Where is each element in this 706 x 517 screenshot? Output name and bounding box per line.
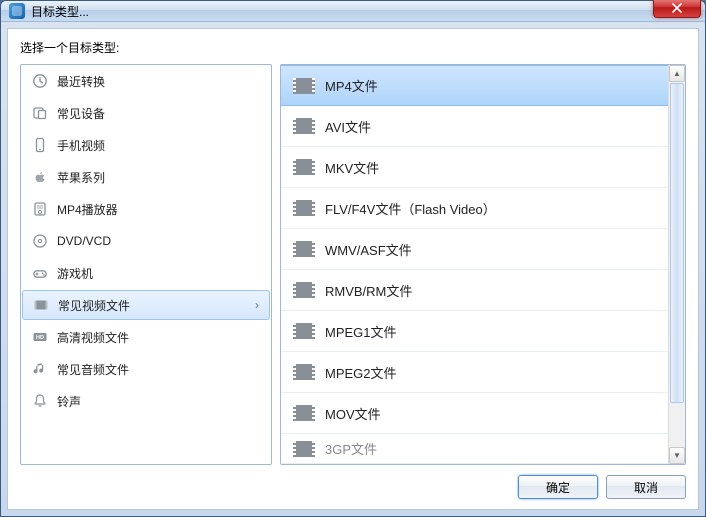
category-label: 游戏机: [57, 265, 93, 282]
format-item-wmv[interactable]: WMV/ASF文件: [281, 229, 685, 270]
video-icon: [32, 296, 50, 314]
category-mobile[interactable]: 手机视频: [21, 129, 271, 161]
category-recent[interactable]: 最近转换: [21, 65, 271, 97]
film-icon: [293, 323, 315, 339]
category-apple[interactable]: 苹果系列: [21, 161, 271, 193]
format-item-mpeg2[interactable]: MPEG2文件: [281, 352, 685, 393]
scroll-thumb[interactable]: [670, 83, 684, 403]
category-common-video[interactable]: 常见视频文件 ›: [22, 290, 270, 320]
format-list: MP4文件 AVI文件 MKV文件 FLV/F4V文件（Flash Video）: [281, 65, 685, 464]
format-label: MP4文件: [325, 76, 378, 95]
svg-text:HD: HD: [36, 335, 44, 341]
category-mp4player[interactable]: MP4播放器: [21, 193, 271, 225]
client-area: 选择一个目标类型: 最近转换 常见设备 手机视频 苹果系列: [7, 28, 699, 510]
format-item-rmvb[interactable]: RMVB/RM文件: [281, 270, 685, 311]
apple-icon: [31, 168, 49, 186]
category-label: 常见设备: [57, 105, 105, 122]
title-bar[interactable]: 目标类型...: [1, 1, 705, 22]
hd-icon: HD: [31, 328, 49, 346]
scrollbar[interactable]: ▲ ▼: [668, 65, 685, 464]
category-hd-video[interactable]: HD 高清视频文件: [21, 321, 271, 353]
film-icon: [293, 159, 315, 175]
phone-icon: [31, 136, 49, 154]
film-icon: [293, 364, 315, 380]
ok-button[interactable]: 确定: [518, 475, 598, 499]
category-label: MP4播放器: [57, 201, 118, 218]
bell-icon: [31, 392, 49, 410]
clock-icon: [31, 72, 49, 90]
dialog-window: 目标类型... 选择一个目标类型: 最近转换 常见设备 手机视频: [0, 0, 706, 517]
format-label: AVI文件: [325, 117, 371, 136]
chevron-right-icon: ›: [255, 298, 259, 312]
format-item-flv[interactable]: FLV/F4V文件（Flash Video）: [281, 188, 685, 229]
scroll-up-button[interactable]: ▲: [669, 65, 685, 82]
app-icon: [9, 3, 25, 19]
format-item-mkv[interactable]: MKV文件: [281, 147, 685, 188]
player-icon: [31, 200, 49, 218]
format-item-avi[interactable]: AVI文件: [281, 106, 685, 147]
category-label: 手机视频: [57, 137, 105, 154]
category-label: DVD/VCD: [57, 234, 111, 248]
cancel-label: 取消: [634, 479, 658, 496]
format-label: WMV/ASF文件: [325, 240, 412, 259]
format-label: FLV/F4V文件（Flash Video）: [325, 199, 496, 218]
category-ringtone[interactable]: 铃声: [21, 385, 271, 417]
cancel-button[interactable]: 取消: [606, 475, 686, 499]
format-label: MPEG2文件: [325, 363, 397, 382]
format-item-mpeg1[interactable]: MPEG1文件: [281, 311, 685, 352]
film-icon: [293, 241, 315, 257]
category-label: 苹果系列: [57, 169, 105, 186]
category-panel: 最近转换 常见设备 手机视频 苹果系列 MP4播放器: [20, 64, 272, 465]
category-audio[interactable]: 常见音频文件: [21, 353, 271, 385]
ok-label: 确定: [546, 479, 570, 496]
format-item-3gp[interactable]: 3GP文件: [281, 434, 685, 464]
film-icon: [293, 405, 315, 421]
category-label: 最近转换: [57, 73, 105, 90]
button-bar: 确定 取消: [20, 475, 686, 499]
film-icon: [293, 118, 315, 134]
device-icon: [31, 104, 49, 122]
category-devices[interactable]: 常见设备: [21, 97, 271, 129]
format-item-mp4[interactable]: MP4文件: [281, 65, 685, 106]
format-panel: MP4文件 AVI文件 MKV文件 FLV/F4V文件（Flash Video）: [280, 64, 686, 465]
disc-icon: [31, 232, 49, 250]
category-label: 高清视频文件: [57, 329, 129, 346]
category-label: 常见视频文件: [58, 297, 130, 314]
format-item-mov[interactable]: MOV文件: [281, 393, 685, 434]
scroll-down-button[interactable]: ▼: [669, 447, 685, 464]
category-dvd[interactable]: DVD/VCD: [21, 225, 271, 257]
close-icon: [672, 3, 682, 13]
gamepad-icon: [31, 264, 49, 282]
close-button[interactable]: [653, 0, 701, 18]
columns: 最近转换 常见设备 手机视频 苹果系列 MP4播放器: [20, 64, 686, 465]
format-label: MKV文件: [325, 158, 379, 177]
film-icon: [293, 282, 315, 298]
format-label: RMVB/RM文件: [325, 281, 412, 300]
format-label: MOV文件: [325, 404, 381, 423]
format-label: MPEG1文件: [325, 322, 397, 341]
film-icon: [293, 441, 315, 457]
film-icon: [293, 200, 315, 216]
category-game[interactable]: 游戏机: [21, 257, 271, 289]
category-label: 铃声: [57, 393, 81, 410]
prompt-label: 选择一个目标类型:: [20, 39, 686, 56]
category-label: 常见音频文件: [57, 361, 129, 378]
audio-icon: [31, 360, 49, 378]
format-label: 3GP文件: [325, 439, 377, 458]
window-title: 目标类型...: [31, 3, 89, 20]
film-icon: [293, 78, 315, 94]
